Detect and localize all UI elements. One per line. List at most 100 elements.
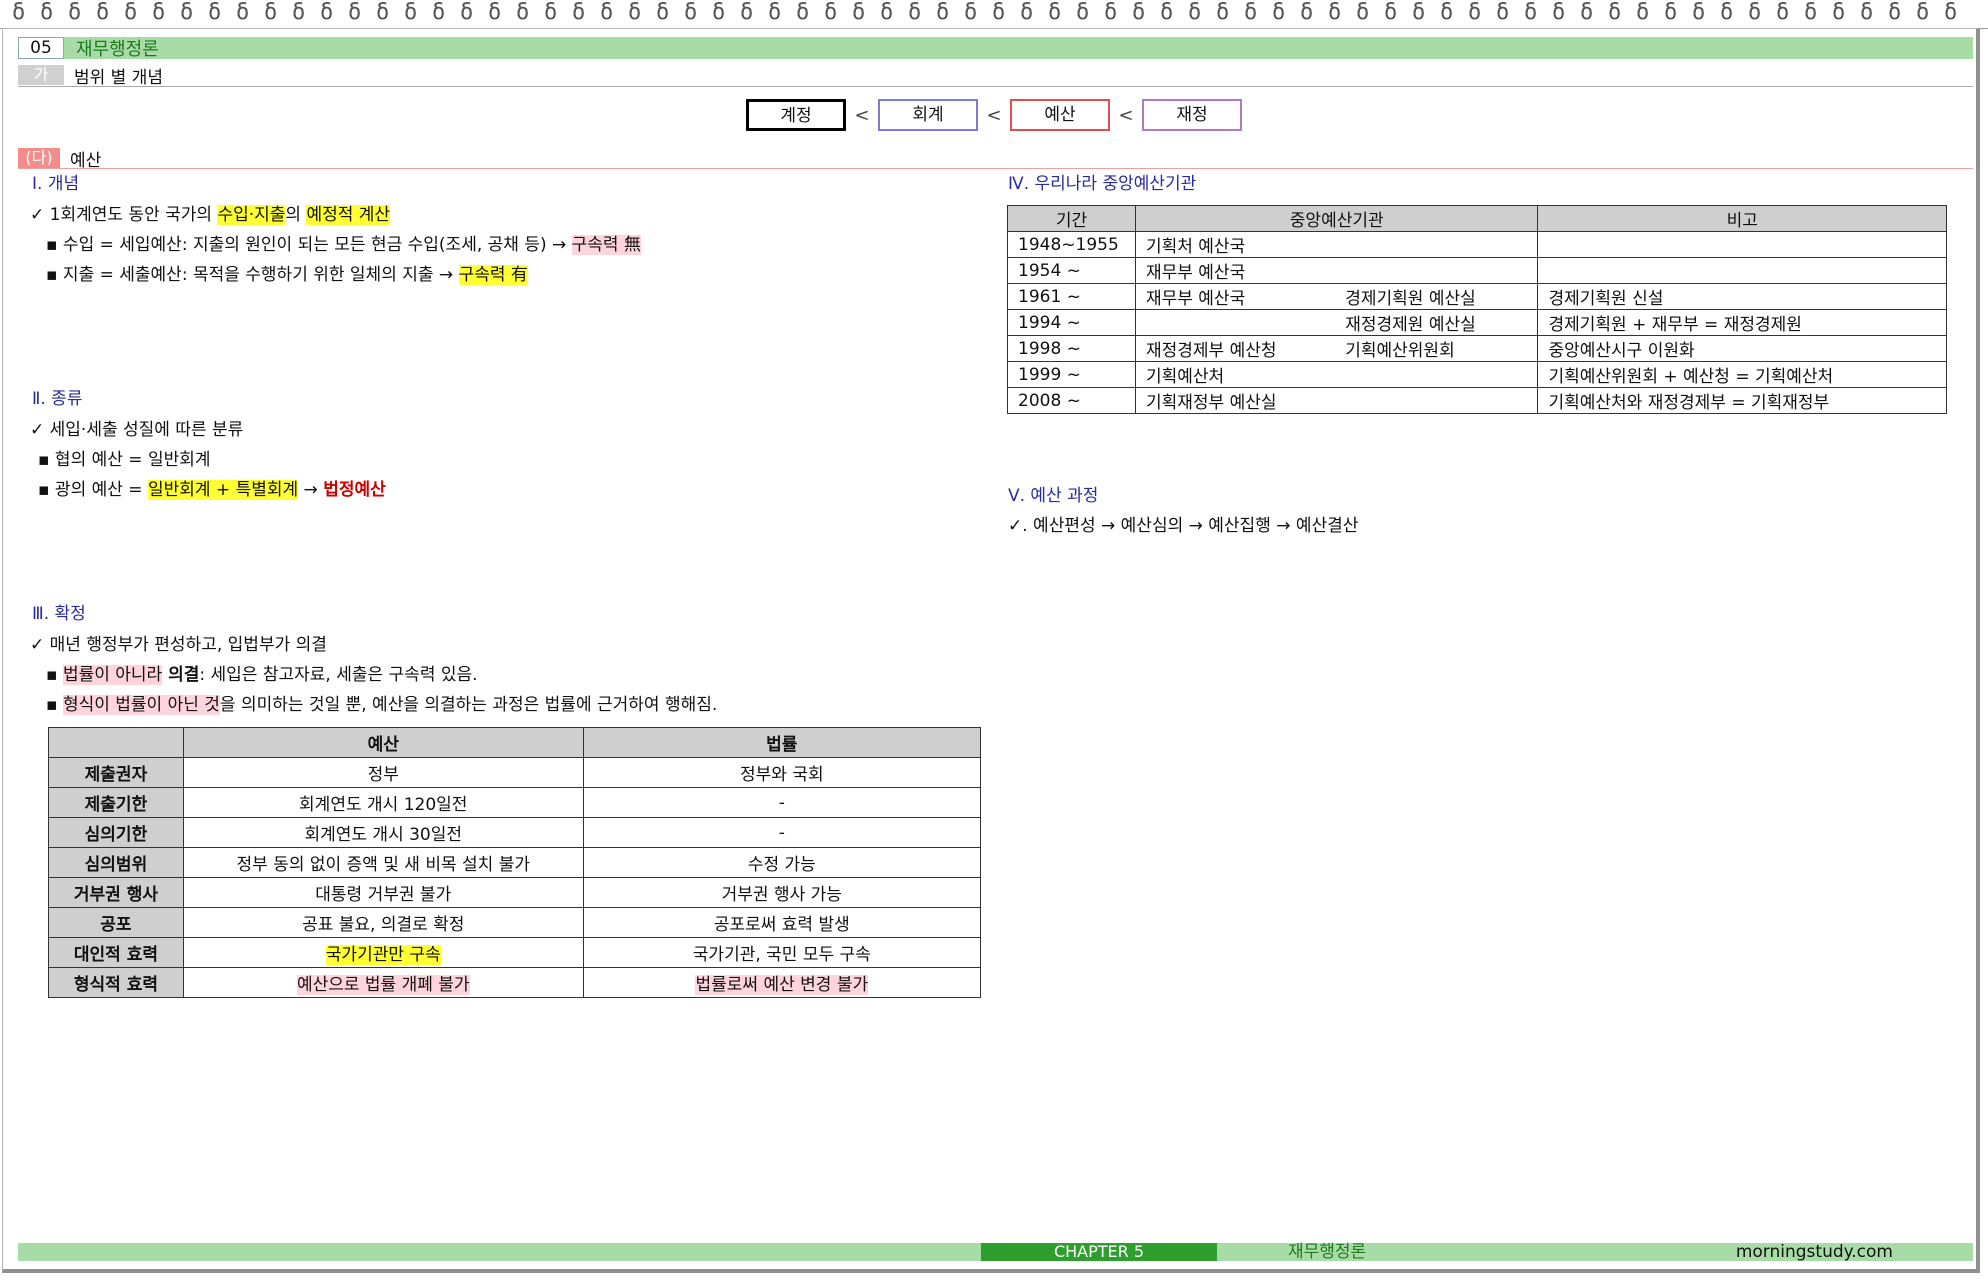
spiral-coil-icon: δ [908, 0, 922, 25]
spiral-coil-icon: δ [1496, 0, 1510, 25]
table-header-cell: 중앙예산기관 [1134, 205, 1539, 232]
table-cell: 재정경제부 예산청 [1134, 335, 1336, 362]
spiral-coil-icon: δ [236, 0, 250, 25]
cell-text: 형식적 효력 [73, 975, 158, 995]
central-budget-agency-table: 기간 중앙예산기관 비고 1948~1955 기획처 예산국 1954 ~ 재무부 예… [1007, 205, 1947, 414]
spiral-coil-icon: δ [180, 0, 194, 25]
spiral-coil-icon: δ [1048, 0, 1062, 25]
spiral-coil-icon: δ [1832, 0, 1846, 25]
table-row: 1961 ~ 재무부 예산국 경제기획원 예산실 경제기획원 신설 [1007, 283, 1947, 310]
bold-text: 의결 [162, 665, 200, 685]
text: ▪ 광의 예산 = [38, 480, 148, 500]
table-cell: 거부권 행사 가능 [582, 877, 982, 908]
cell-text: 정부 [367, 765, 399, 785]
hierarchy-box-account: 계정 [746, 99, 846, 131]
subsection-header: 가 범위 별 개념 [18, 64, 1973, 88]
highlight: 구속력 有 [458, 265, 528, 285]
table-cell: 정부와 국회 [582, 757, 982, 788]
highlight: 일반회계 + 특별회계 [147, 480, 299, 500]
text: : 세입은 참고자료, 세출은 구속력 있음. [199, 665, 478, 685]
table-row: 1954 ~ 재무부 예산국 [1007, 257, 1947, 284]
table-cell: 1948~1955 [1007, 231, 1136, 258]
section-tag: (다) [18, 148, 60, 168]
spiral-coil-icon: δ [488, 0, 502, 25]
table-cell: 1999 ~ [1007, 361, 1136, 388]
spiral-coil-icon: δ [1132, 0, 1146, 25]
footer-site: morningstudy.com [1735, 1242, 1893, 1262]
hierarchy-box-finance: 재정 [1142, 99, 1242, 131]
table-cell: - [582, 817, 982, 848]
highlight: 수입·지출 [217, 205, 286, 225]
spiral-coil-icon: δ [460, 0, 474, 25]
table-header-cell: 예산 [182, 727, 584, 758]
spiral-coil-icon: δ [320, 0, 334, 25]
spiral-coil-icon: δ [1636, 0, 1650, 25]
process-line: ✓. 예산편성 → 예산심의 → 예산집행 → 예산결산 [1008, 516, 1359, 536]
table-row: 2008 ~ 기획재정부 예산실 기획예산처와 재정경제부 = 기획재정부 [1007, 387, 1947, 414]
table-row: 1994 ~ 재정경제원 예산실 경제기획원 + 재무부 = 재정경제원 [1007, 309, 1947, 336]
spiral-coil-icon: δ [712, 0, 726, 25]
cell-text: 대통령 거부권 불가 [315, 885, 452, 905]
table-cell: 경제기획원 예산실 [1335, 283, 1539, 310]
table-cell: 대통령 거부권 불가 [182, 877, 584, 908]
table-cell: 1998 ~ [1007, 335, 1136, 362]
spiral-coil-icon: δ [264, 0, 278, 25]
cell-text: 제출권자 [84, 765, 148, 785]
cell-text: 공표 불요, 의결로 확정 [302, 915, 465, 935]
table-cell: 국가기관, 국민 모두 구속 [582, 937, 982, 968]
table-cell [1335, 257, 1539, 284]
table-cell: 정부 [182, 757, 584, 788]
scope-hierarchy: 계정 < 회계 < 예산 < 재정 [746, 99, 1242, 131]
table-header-cell [48, 727, 184, 758]
emphasis: 법정예산 [323, 480, 386, 500]
concept-line-3: ▪ 지출 = 세출예산: 목적을 수행하기 위한 일체의 지출 → 구속력 有 [46, 264, 528, 286]
cell-text: 심의기한 [84, 825, 148, 845]
page-footer: CHAPTER 5 재무행정론 morningstudy.com [18, 1243, 1973, 1261]
concept-heading: Ⅰ. 개념 [32, 174, 80, 194]
chapter-number: 05 [18, 37, 64, 59]
table-cell [1335, 231, 1539, 258]
spiral-coil-icon: δ [1608, 0, 1622, 25]
cell-text: 거부권 행사 [73, 885, 158, 905]
table-cell: 국가기관만 구속 [182, 937, 584, 968]
table-cell [1537, 257, 1947, 284]
table-row: 형식적 효력 예산으로 법률 개폐 불가 법률로써 예산 변경 불가 [48, 967, 982, 998]
confirm-line-1: ✓ 매년 행정부가 편성하고, 입법부가 의결 [30, 635, 327, 655]
text: 을 의미하는 것일 뿐, 예산을 의결하는 과정은 법률에 근거하여 행해짐. [219, 695, 718, 715]
highlight: 형식이 법률이 아닌 것 [62, 695, 220, 715]
spiral-coil-icon: δ [208, 0, 222, 25]
chapter-header: 05 재무행정론 [18, 37, 1973, 60]
spiral-coil-icon: δ [1664, 0, 1678, 25]
row-header-cell: 대인적 효력 [48, 937, 184, 968]
text: ▪ [46, 695, 63, 715]
table-cell: 경제기획원 + 재무부 = 재정경제원 [1537, 309, 1947, 336]
hierarchy-box-budget: 예산 [1010, 99, 1110, 131]
table-header-cell: 기간 [1007, 205, 1136, 232]
spiral-coil-icon: δ [1468, 0, 1482, 25]
spiral-coil-icon: δ [628, 0, 642, 25]
text: ▪ 수입 = 세입예산: 지출의 원인이 되는 모든 현금 수입(조세, 공채 … [46, 235, 572, 255]
table-cell: 1994 ~ [1007, 309, 1136, 336]
spiral-coil-icon: δ [1524, 0, 1538, 25]
cell-text: 국가기관, 국민 모두 구속 [692, 945, 871, 965]
table-cell: 기획예산처 [1134, 361, 1336, 388]
spiral-coil-icon: δ [992, 0, 1006, 25]
subsection-title: 범위 별 개념 [74, 67, 164, 88]
table-cell: 기획재정부 예산실 [1134, 387, 1336, 414]
table-cell: 경제기획원 신설 [1537, 283, 1947, 310]
cell-text: 거부권 행사 가능 [721, 885, 842, 905]
spiral-coil-icon: δ [1860, 0, 1874, 25]
spiral-coil-icon: δ [1552, 0, 1566, 25]
spiral-coil-icon: δ [1748, 0, 1762, 25]
confirm-line-2: ▪ 법률이 아니라 의결: 세입은 참고자료, 세출은 구속력 있음. [46, 664, 478, 686]
hierarchy-box-accounting: 회계 [878, 99, 978, 131]
text: ✓ 1회계연도 동안 국가의 [30, 205, 218, 225]
concept-line-1: ✓ 1회계연도 동안 국가의 수입·지출의 예정적 계산 [30, 204, 391, 226]
cell-text: 심의범위 [84, 855, 148, 875]
spiral-coil-icon: δ [1272, 0, 1286, 25]
spiral-coil-icon: δ [348, 0, 362, 25]
cell-text: 제출기한 [84, 795, 148, 815]
table-cell: 재무부 예산국 [1134, 257, 1336, 284]
spiral-coil-icon: δ [516, 0, 530, 25]
table-cell: 2008 ~ [1007, 387, 1136, 414]
